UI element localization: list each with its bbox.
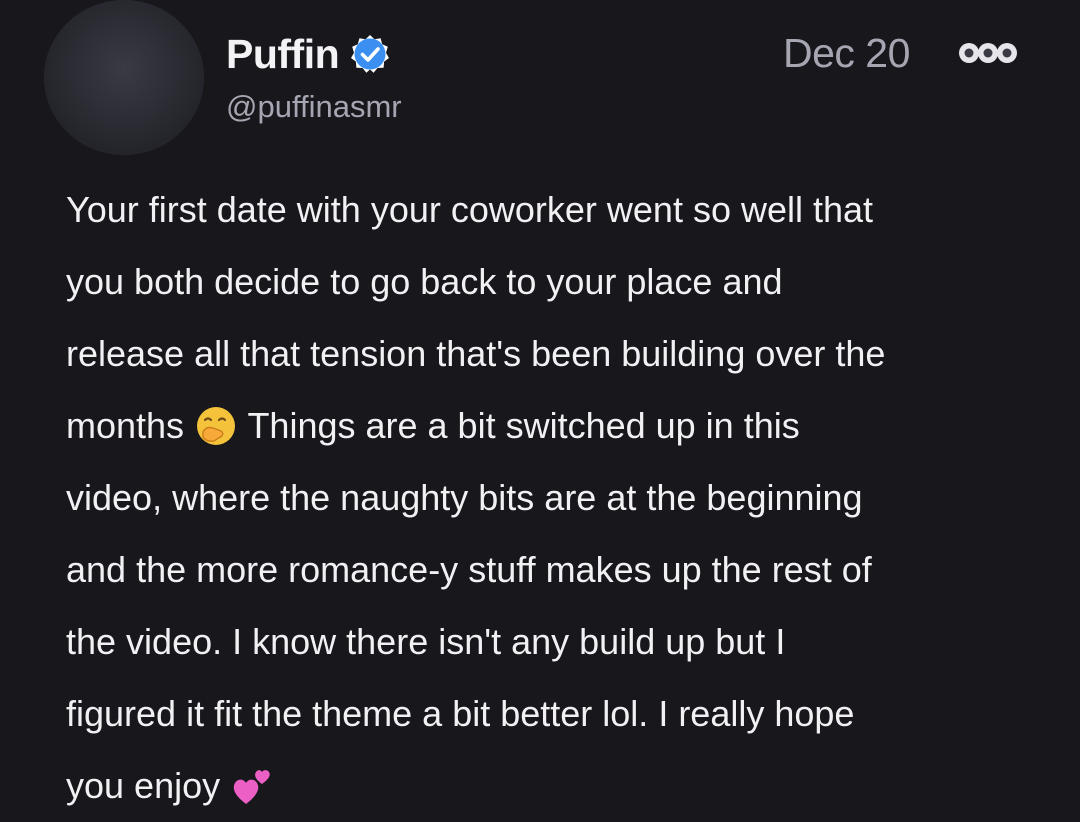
post-body-line: you both decide to go back to your place…	[66, 261, 783, 302]
post-body-text: Things are a bit switched up in this	[247, 405, 800, 446]
avatar[interactable]	[44, 0, 204, 155]
post-body-line: release all that tension that's been bui…	[66, 333, 886, 374]
two-hearts-emoji-icon	[233, 770, 270, 804]
post-body-line: Your first date with your coworker went …	[66, 189, 874, 230]
post-body-line: figured it fit the theme a bit better lo…	[66, 693, 855, 734]
post-card: Puffin @puffinasmr Dec 20 Your first dat…	[0, 0, 1080, 817]
post-body-line: and the more romance-y stuff makes up th…	[66, 549, 872, 590]
post-body-line: video, where the naughty bits are at the…	[66, 477, 863, 518]
post-body-line: months Things are a bit switched up in t…	[66, 390, 1056, 462]
verified-badge-icon	[351, 35, 390, 73]
post-body-line: the video. I know there isn't any build …	[66, 621, 786, 662]
post-date[interactable]: Dec 20	[783, 30, 910, 77]
post-body: Your first date with your coworker went …	[66, 174, 1056, 822]
post-body-text: months	[66, 405, 185, 446]
author-row: Puffin	[226, 28, 391, 80]
face-with-hand-over-mouth-emoji-icon	[197, 407, 236, 445]
avatar-image	[44, 0, 204, 155]
post-body-line: you enjoy	[66, 750, 1056, 822]
more-dots-icon[interactable]	[957, 38, 1019, 68]
post-body-text: you enjoy	[66, 765, 221, 806]
handle[interactable]: @puffinasmr	[226, 89, 402, 125]
display-name[interactable]: Puffin	[226, 31, 340, 78]
